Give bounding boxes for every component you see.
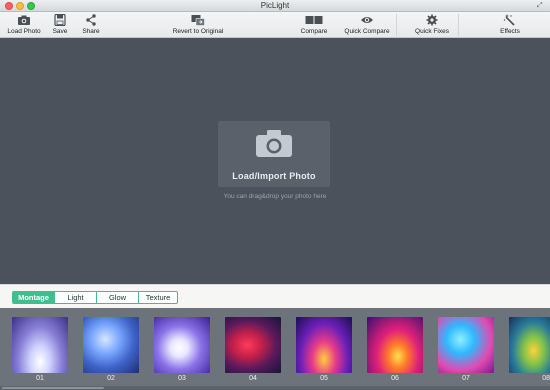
- camera-icon: [256, 130, 292, 157]
- app-window: PicLight ⤢ Load Photo Save Share Revert …: [0, 0, 550, 390]
- quick-fixes-button[interactable]: Quick Fixes: [413, 13, 451, 37]
- filter-category-bar: Montage Light Glow Texture: [0, 284, 550, 308]
- filter-thumbnail-label: 02: [107, 375, 115, 382]
- toolbar: Load Photo Save Share Revert to Original…: [0, 12, 550, 38]
- tab-glow[interactable]: Glow: [97, 292, 139, 303]
- revert-icon: [191, 15, 205, 26]
- magic-wand-icon: [503, 14, 515, 26]
- share-label: Share: [82, 28, 100, 35]
- effects-label: Effects: [500, 28, 520, 35]
- filter-thumbnail[interactable]: [83, 317, 139, 373]
- quick-fixes-label: Quick Fixes: [415, 28, 449, 35]
- toolbar-divider: [458, 14, 459, 36]
- load-import-photo-button[interactable]: Load/Import Photo: [218, 121, 330, 187]
- revert-label: Revert to Original: [172, 28, 224, 35]
- compare-button[interactable]: Compare: [298, 13, 330, 37]
- camera-icon: [18, 15, 30, 25]
- effects-button[interactable]: Effects: [496, 13, 524, 37]
- filter-thumbnail[interactable]: [154, 317, 210, 373]
- filter-thumbnail[interactable]: [225, 317, 281, 373]
- compare-label: Compare: [300, 28, 328, 35]
- title-bar: PicLight ⤢: [0, 0, 550, 12]
- drag-drop-hint: You can drag&drop your photo here: [223, 193, 327, 200]
- filter-thumbnail-label: 08: [542, 375, 550, 382]
- revert-to-original-button[interactable]: Revert to Original: [168, 13, 228, 37]
- floppy-disk-icon: [54, 14, 66, 26]
- save-label: Save: [52, 28, 68, 35]
- filter-thumbnail[interactable]: [367, 317, 423, 373]
- filter-thumbnail[interactable]: [509, 317, 550, 373]
- quick-compare-label: Quick Compare: [344, 28, 390, 35]
- photo-canvas[interactable]: Load/Import Photo You can drag&drop your…: [0, 38, 550, 284]
- filter-thumbnail-strip: 01 02 03 04 05 06 07 08: [0, 308, 550, 390]
- save-button[interactable]: Save: [49, 13, 71, 37]
- filter-thumbnail[interactable]: [12, 317, 68, 373]
- filter-thumbnail[interactable]: [296, 317, 352, 373]
- tab-montage[interactable]: Montage: [13, 292, 55, 303]
- filter-thumbnail-label: 01: [36, 375, 44, 382]
- load-photo-label: Load Photo: [7, 28, 41, 35]
- gear-icon: [426, 14, 438, 26]
- filter-thumbnail-label: 05: [320, 375, 328, 382]
- filter-thumbnail-label: 04: [249, 375, 257, 382]
- share-icon: [86, 14, 96, 26]
- tab-texture[interactable]: Texture: [139, 292, 177, 303]
- tab-light[interactable]: Light: [55, 292, 97, 303]
- filter-thumbnail[interactable]: [438, 317, 494, 373]
- load-photo-button[interactable]: Load Photo: [5, 13, 43, 37]
- horizontal-scrollbar[interactable]: [0, 386, 550, 390]
- toolbar-divider: [396, 14, 397, 36]
- filter-thumbnail-label: 07: [462, 375, 470, 382]
- load-import-photo-label: Load/Import Photo: [232, 171, 316, 181]
- filter-tabs: Montage Light Glow Texture: [12, 291, 178, 304]
- filter-thumbnail-label: 03: [178, 375, 186, 382]
- filter-thumbnail-label: 06: [391, 375, 399, 382]
- share-button[interactable]: Share: [79, 13, 103, 37]
- eye-icon: [361, 17, 373, 23]
- scrollbar-thumb[interactable]: [2, 387, 104, 389]
- quick-compare-button[interactable]: Quick Compare: [342, 13, 392, 37]
- window-title: PicLight: [260, 1, 290, 10]
- fullscreen-icon[interactable]: ⤢: [537, 2, 545, 10]
- compare-icon: [305, 15, 323, 25]
